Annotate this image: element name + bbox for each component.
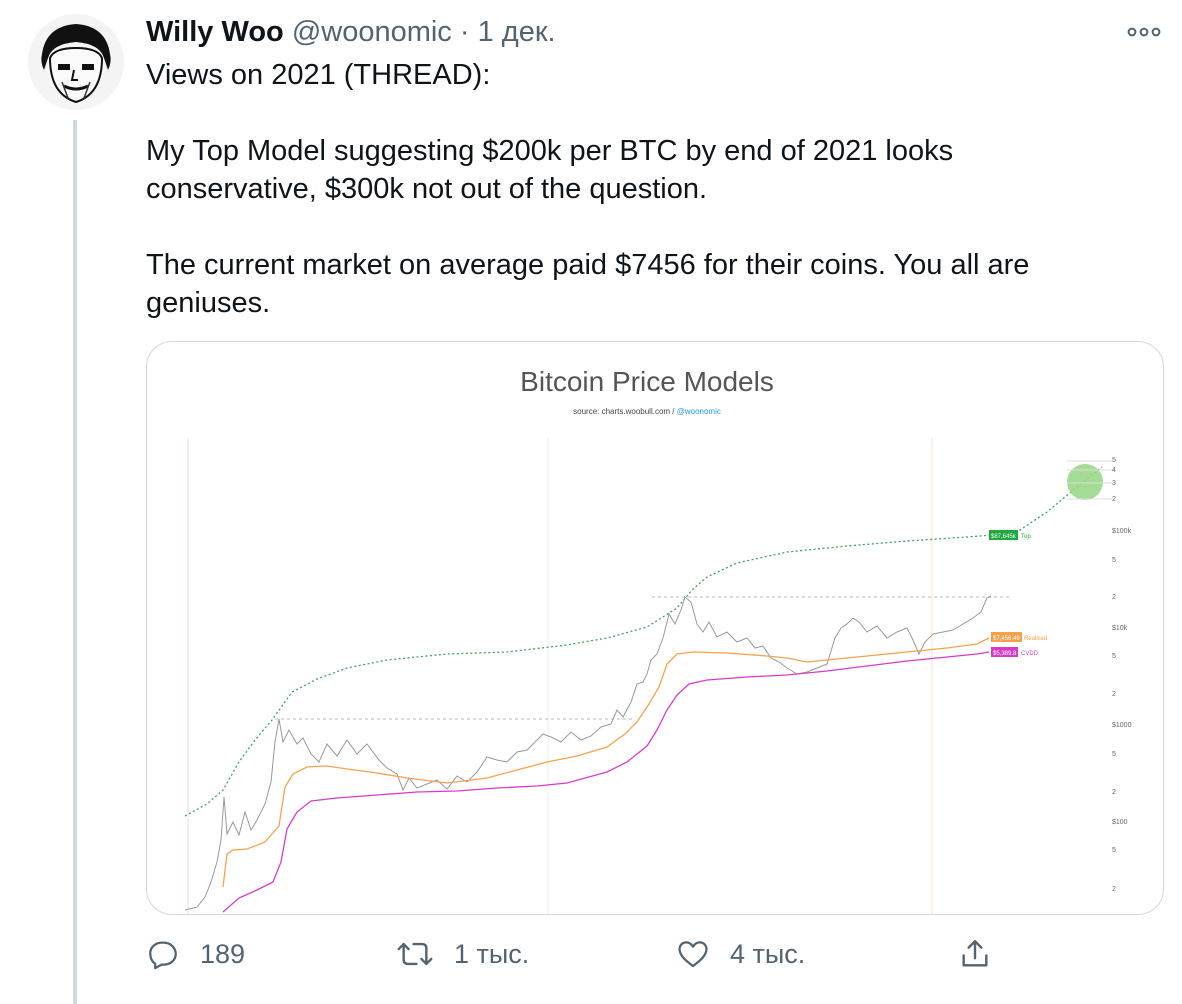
top-tick: 4 (1112, 467, 1116, 474)
avatar-image (28, 14, 124, 110)
chart-title: Bitcoin Price Models (520, 366, 774, 397)
top-tick: 2 (1112, 496, 1116, 503)
y-tick: 5 (1112, 557, 1116, 564)
source-handle: @woonomic (677, 407, 721, 416)
tweet-date[interactable]: 1 дек. (478, 16, 556, 48)
author-handle[interactable]: @woonomic (292, 16, 452, 48)
y-tick: 2 (1112, 594, 1116, 601)
y-tick: $10k (1112, 625, 1128, 632)
chart-source: source: charts.woobull.com / @woonomic (573, 407, 721, 416)
tweet-actions: 189 1 тыс. 4 тыс. (146, 930, 1162, 978)
cvdd-series-label: CVDD (1021, 651, 1039, 657)
y-tick: 2 (1112, 789, 1116, 796)
y-tick: 2 (1112, 886, 1116, 893)
top-tick: 3 (1112, 480, 1116, 487)
tweet-line: The current market on average paid $7456… (146, 249, 1030, 281)
price-target-circle (1067, 464, 1103, 500)
retweet-icon (397, 942, 433, 966)
top-tick: 5 (1112, 457, 1116, 464)
author-name[interactable]: Willy Woo (146, 16, 284, 48)
cvdd-line (222, 651, 990, 913)
retweet-button[interactable]: 1 тыс. (396, 930, 529, 978)
source-prefix: source: charts.woobull.com / (573, 407, 677, 416)
realised-value-label: $7,456.49 (993, 636, 1020, 642)
y-tick: 5 (1112, 653, 1116, 660)
header-separator: · (459, 16, 470, 48)
tweet-line: conservative, $300k not out of the quest… (146, 173, 708, 205)
tweet-text: Views on 2021 (THREAD): My Top Model sug… (146, 56, 1156, 322)
y-tick: $1000 (1112, 722, 1132, 729)
bitcoin-price-chart: Bitcoin Price Models source: charts.woob… (184, 366, 1132, 914)
like-button[interactable]: 4 тыс. (676, 930, 805, 978)
y-tick: 5 (1112, 847, 1116, 854)
reply-count: 189 (200, 938, 246, 969)
tweet-media-image[interactable]: Bitcoin Price Models source: charts.woob… (146, 341, 1164, 915)
top-series-label: Top (1021, 534, 1031, 540)
share-icon (962, 940, 988, 967)
more-icon[interactable] (1126, 22, 1162, 42)
realised-price-line (222, 637, 990, 888)
cvdd-value-label: $5,389.8 (993, 651, 1017, 657)
thread-connector (73, 120, 77, 1004)
like-icon (678, 941, 708, 968)
y-tick: $100 (1112, 819, 1128, 826)
y-tick: 2 (1112, 691, 1116, 698)
top-value-label: $87,645k (991, 534, 1017, 540)
like-count: 4 тыс. (730, 938, 806, 969)
share-button[interactable] (958, 930, 992, 978)
avatar[interactable] (28, 14, 124, 110)
top-model-line (184, 466, 1103, 817)
y-tick: $100k (1112, 528, 1132, 535)
tweet-line: geniuses. (146, 287, 271, 319)
y-tick: 5 (1112, 751, 1116, 758)
realised-series-label: Realised (1024, 636, 1047, 642)
tweet-line: My Top Model suggesting $200k per BTC by… (146, 135, 954, 167)
reply-button[interactable]: 189 (146, 930, 245, 978)
tweet-line: Views on 2021 (THREAD): (146, 59, 491, 91)
retweet-count: 1 тыс. (454, 938, 530, 969)
reply-icon (149, 941, 177, 970)
tweet-header: Willy Woo @woonomic · 1 дек. (146, 14, 556, 50)
y-axis: $100k 5 2 $10k 5 2 $1000 5 2 $100 5 2 5 … (1112, 457, 1132, 893)
